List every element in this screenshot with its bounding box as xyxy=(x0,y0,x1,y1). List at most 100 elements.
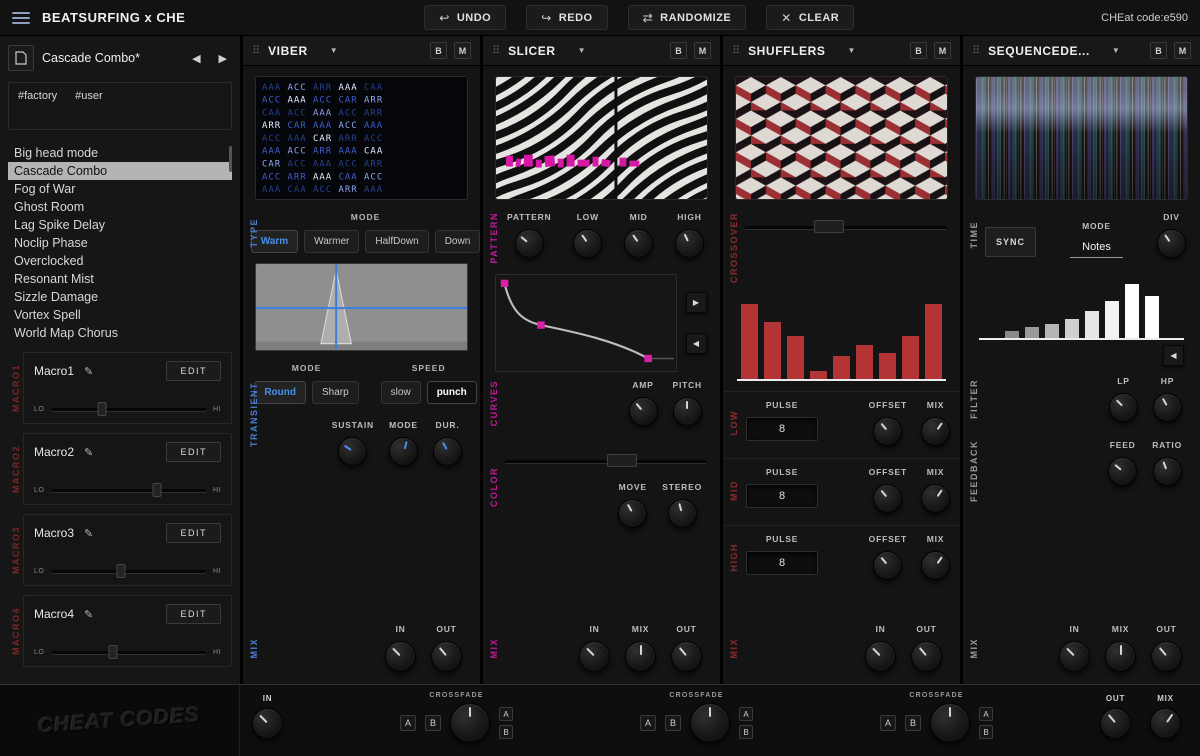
preset-item-selected[interactable]: Cascade Combo xyxy=(8,162,232,180)
xfade-b-button[interactable]: B xyxy=(665,715,681,731)
macro-name[interactable]: Macro2 xyxy=(34,445,74,459)
sustain-knob[interactable] xyxy=(338,437,367,466)
crossover-slider-handle[interactable] xyxy=(814,220,844,233)
drag-handle-icon[interactable]: ⠿ xyxy=(492,44,500,57)
xfade-a-target-button[interactable]: A xyxy=(979,707,993,721)
transient-mode-knob[interactable] xyxy=(389,437,418,466)
lp-knob[interactable] xyxy=(1109,393,1138,422)
preset-item[interactable]: Fog of War xyxy=(8,180,232,198)
macro-slider-handle[interactable] xyxy=(98,402,107,416)
crossfade-knob[interactable] xyxy=(690,703,730,743)
macro-edit-button[interactable]: EDIT xyxy=(166,361,221,381)
prev-curve-button[interactable]: ◀ xyxy=(686,333,707,354)
out-knob[interactable] xyxy=(1151,641,1182,672)
macro-edit-button[interactable]: EDIT xyxy=(166,523,221,543)
drag-handle-icon[interactable]: ⠿ xyxy=(732,44,740,57)
sync-button[interactable]: SYNC xyxy=(985,227,1036,257)
undo-button[interactable]: ↩UNDO xyxy=(424,5,506,30)
preset-item[interactable]: Big head mode xyxy=(8,144,232,162)
mode-halfdown-button[interactable]: HalfDown xyxy=(365,230,428,253)
preset-item[interactable]: Ghost Room xyxy=(8,198,232,216)
shuffler-pulse-bars[interactable] xyxy=(737,297,946,381)
scrollbar-thumb[interactable] xyxy=(229,146,232,172)
redo-button[interactable]: ↪REDO xyxy=(526,5,607,30)
high-knob[interactable] xyxy=(675,229,704,258)
pattern-knob[interactable] xyxy=(515,229,544,258)
offset-knob[interactable] xyxy=(873,551,902,580)
mode-warmer-button[interactable]: Warmer xyxy=(304,230,359,253)
band-mix-knob[interactable] xyxy=(921,551,950,580)
crossfade-knob[interactable] xyxy=(930,703,970,743)
chevron-down-icon[interactable]: ▼ xyxy=(330,46,338,55)
preset-item[interactable]: World Map Chorus xyxy=(8,324,232,342)
mode-down-button[interactable]: Down xyxy=(435,230,480,253)
feed-knob[interactable] xyxy=(1108,457,1137,486)
transient-sharp-button[interactable]: Sharp xyxy=(312,381,359,404)
preset-item[interactable]: Noclip Phase xyxy=(8,234,232,252)
in-knob[interactable] xyxy=(579,641,610,672)
macro-slider[interactable] xyxy=(51,401,206,417)
preset-item[interactable]: Overclocked xyxy=(8,252,232,270)
edit-pencil-icon[interactable]: ✎ xyxy=(84,365,93,378)
master-in-knob[interactable] xyxy=(252,708,283,739)
macro-name[interactable]: Macro1 xyxy=(34,364,74,378)
preset-item[interactable]: Resonant Mist xyxy=(8,270,232,288)
bypass-button[interactable]: B xyxy=(430,42,447,59)
edit-pencil-icon[interactable]: ✎ xyxy=(84,527,93,540)
offset-knob[interactable] xyxy=(873,484,902,513)
bypass-button[interactable]: B xyxy=(1150,42,1167,59)
master-out-knob[interactable] xyxy=(1100,708,1131,739)
prev-preset-button[interactable]: ◀ xyxy=(187,50,205,67)
drag-handle-icon[interactable]: ⠿ xyxy=(972,44,980,57)
macro-slider[interactable] xyxy=(51,644,206,660)
dur-knob[interactable] xyxy=(433,437,462,466)
xfade-b-target-button[interactable]: B xyxy=(979,725,993,739)
menu-icon[interactable] xyxy=(12,12,30,24)
macro-name[interactable]: Macro3 xyxy=(34,526,74,540)
slice-envelope-display[interactable] xyxy=(495,274,677,372)
xfade-b-button[interactable]: B xyxy=(425,715,441,731)
master-mix-knob[interactable] xyxy=(1150,708,1181,739)
out-knob[interactable] xyxy=(911,641,942,672)
xfade-b-target-button[interactable]: B xyxy=(739,725,753,739)
bypass-button[interactable]: B xyxy=(670,42,687,59)
band-mix-knob[interactable] xyxy=(921,484,950,513)
pulse-value-box[interactable]: 8 xyxy=(746,484,818,508)
in-knob[interactable] xyxy=(865,641,896,672)
out-knob[interactable] xyxy=(431,641,462,672)
amp-knob[interactable] xyxy=(629,397,658,426)
xfade-b-target-button[interactable]: B xyxy=(499,725,513,739)
low-knob[interactable] xyxy=(573,229,602,258)
band-mix-knob[interactable] xyxy=(921,417,950,446)
chevron-down-icon[interactable]: ▼ xyxy=(847,46,855,55)
macro-slider[interactable] xyxy=(51,482,206,498)
out-knob[interactable] xyxy=(671,641,702,672)
mid-knob[interactable] xyxy=(624,229,653,258)
next-curve-button[interactable]: ▶ xyxy=(686,292,707,313)
chevron-down-icon[interactable]: ▼ xyxy=(578,46,586,55)
mix-knob[interactable] xyxy=(625,641,656,672)
drag-handle-icon[interactable]: ⠿ xyxy=(252,44,260,57)
pitch-knob[interactable] xyxy=(673,397,702,426)
macro-name[interactable]: Macro4 xyxy=(34,607,74,621)
xfade-a-button[interactable]: A xyxy=(400,715,416,731)
color-slider[interactable] xyxy=(505,452,706,470)
offset-knob[interactable] xyxy=(873,417,902,446)
move-knob[interactable] xyxy=(618,499,647,528)
mix-knob[interactable] xyxy=(1105,641,1136,672)
mute-button[interactable]: M xyxy=(694,42,711,59)
stereo-knob[interactable] xyxy=(668,499,697,528)
preset-item[interactable]: Lag Spike Delay xyxy=(8,216,232,234)
prev-pattern-button[interactable]: ◀ xyxy=(1163,345,1184,366)
sequencer-step-bars[interactable] xyxy=(979,278,1184,340)
mute-button[interactable]: M xyxy=(1174,42,1191,59)
mute-button[interactable]: M xyxy=(454,42,471,59)
bypass-button[interactable]: B xyxy=(910,42,927,59)
viber-waveform-display[interactable] xyxy=(255,263,468,351)
clear-button[interactable]: ✕CLEAR xyxy=(766,5,854,30)
xfade-b-button[interactable]: B xyxy=(905,715,921,731)
randomize-button[interactable]: ⇄RANDOMIZE xyxy=(628,5,747,30)
xfade-a-target-button[interactable]: A xyxy=(739,707,753,721)
ratio-knob[interactable] xyxy=(1153,457,1182,486)
mute-button[interactable]: M xyxy=(934,42,951,59)
